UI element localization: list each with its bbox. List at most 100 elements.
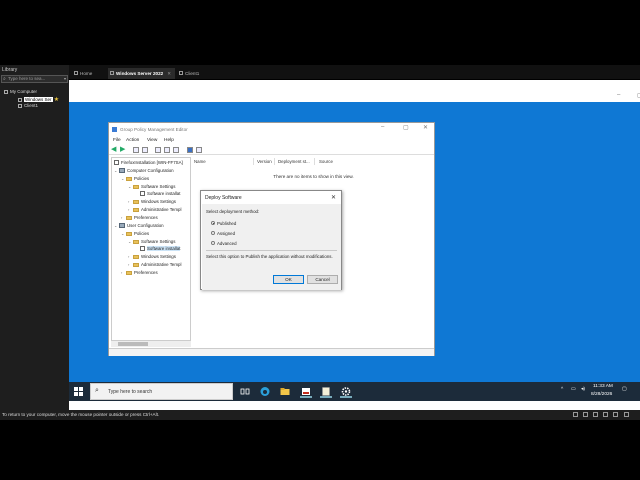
tab-home[interactable]: Home <box>72 68 105 79</box>
tree-my-computer-label: My Computer <box>10 89 38 94</box>
column-header-source[interactable]: Source <box>319 159 333 164</box>
file-explorer-icon[interactable] <box>279 385 291 398</box>
folder-icon <box>133 239 139 244</box>
export-icon[interactable] <box>173 147 179 153</box>
tree-node-gpo-root[interactable]: FirefoxInstallation [WIN-FF7SA] <box>114 160 183 166</box>
properties-icon[interactable] <box>155 147 161 153</box>
tree-node-user-preferences[interactable]: › Preferences <box>121 270 158 275</box>
radio-published-label[interactable]: Published <box>217 221 236 226</box>
option-hint-text: Select this option to Publish the applic… <box>206 254 333 259</box>
folder-icon <box>126 176 132 181</box>
menu-file[interactable]: File <box>113 138 121 143</box>
library-panel: Library ⌕ Type here to sea... ▾ My Compu… <box>0 65 69 410</box>
refresh-icon[interactable] <box>164 147 170 153</box>
tree-node-windows-settings[interactable]: › Windows Settings <box>128 199 176 204</box>
tree-node-computer-config[interactable]: ⌄ Computer Configuration <box>114 168 174 174</box>
empty-list-message: There are no items to show in this view. <box>273 174 354 179</box>
close-icon[interactable]: ✕ <box>423 124 428 131</box>
clock-time[interactable]: 11:33 AM <box>593 384 613 389</box>
folder-icon <box>133 199 139 204</box>
star-icon: ★ <box>53 97 60 103</box>
tree-node-user-config[interactable]: ⌄ User Configuration <box>114 223 164 229</box>
minimize-icon[interactable]: – <box>617 92 620 98</box>
menu-help[interactable]: Help <box>164 138 174 143</box>
tree-vm-client1[interactable]: Client1 <box>18 103 38 108</box>
column-header-name[interactable]: Name <box>194 159 206 164</box>
menu-view[interactable]: View <box>147 138 157 143</box>
display-icon[interactable] <box>624 412 629 417</box>
gpme-app-icon <box>112 127 117 132</box>
folder-icon <box>126 231 132 236</box>
windows-start-icon[interactable] <box>74 387 83 396</box>
show-tree-icon[interactable] <box>142 147 148 153</box>
column-divider[interactable] <box>314 158 315 165</box>
scrollbar-thumb[interactable] <box>118 342 148 346</box>
ok-button[interactable]: OK <box>273 275 304 284</box>
sound-icon[interactable] <box>613 412 618 417</box>
tree-my-computer[interactable]: My Computer <box>4 89 37 94</box>
server-manager-icon[interactable] <box>300 385 312 398</box>
tree-node-software-settings[interactable]: ⌄ Software Settings <box>128 184 175 189</box>
edge-browser-icon[interactable] <box>259 385 271 398</box>
tree-node-user-windows-settings[interactable]: › Windows Settings <box>128 254 176 259</box>
column-header-version[interactable]: Version <box>257 159 272 164</box>
radio-advanced-label[interactable]: Advanced <box>217 241 237 246</box>
settings-gear-icon[interactable] <box>340 385 352 398</box>
maximize-icon[interactable]: ▢ <box>403 124 409 131</box>
folder-icon <box>133 184 139 189</box>
menu-action[interactable]: Action <box>126 138 139 143</box>
radio-assigned[interactable] <box>211 231 215 235</box>
close-icon[interactable]: ✕ <box>331 194 336 201</box>
computer-icon <box>4 89 8 94</box>
tree-node-user-admin-templates[interactable]: › Administrative Templ <box>128 262 181 267</box>
hard-disk-icon[interactable] <box>573 412 578 417</box>
user-icon <box>119 223 125 229</box>
tab-client1[interactable]: Client1 <box>177 68 207 79</box>
radio-advanced[interactable] <box>211 241 215 245</box>
tree-node-preferences[interactable]: › Preferences <box>121 215 158 220</box>
gpme-titlebar: Group Policy Management Editor – ▢ ✕ <box>109 123 434 136</box>
up-folder-icon[interactable] <box>133 147 139 153</box>
gpme-taskbar-icon[interactable] <box>320 385 332 398</box>
column-divider[interactable] <box>253 158 254 165</box>
tab-windows-server-2022[interactable]: Windows Server 2022 ✕ <box>108 68 175 79</box>
cancel-button[interactable]: Cancel <box>307 275 338 284</box>
deploy-software-dialog: Deploy Software ✕ Select deployment meth… <box>200 190 342 290</box>
radio-assigned-label[interactable]: Assigned <box>217 231 235 236</box>
close-icon[interactable]: ✕ <box>167 71 171 76</box>
tree-node-user-policies[interactable]: ⌄ Policies <box>121 231 149 236</box>
tree-node-policies[interactable]: ⌄ Policies <box>121 176 149 181</box>
vm-icon <box>179 71 183 75</box>
tree-node-user-software-settings[interactable]: ⌄ Software Settings <box>128 239 175 244</box>
folder-icon <box>133 262 139 267</box>
cd-drive-icon[interactable] <box>583 412 588 417</box>
view-icon[interactable] <box>196 147 202 153</box>
notification-icon[interactable]: ▢ <box>622 387 627 392</box>
back-arrow-icon[interactable]: ◀ <box>111 145 117 153</box>
taskbar-search-box[interactable]: ⌕ Type here to search <box>90 383 233 400</box>
library-search-input[interactable]: ⌕ Type here to sea... ▾ <box>1 75 68 83</box>
chevron-up-icon[interactable]: ^ <box>561 387 563 392</box>
radio-published[interactable] <box>211 221 215 225</box>
network-icon[interactable]: ▭ <box>571 387 576 392</box>
folder-icon <box>133 254 139 259</box>
folder-icon <box>133 207 139 212</box>
tree-horizontal-scrollbar[interactable] <box>111 340 191 347</box>
tree-node-software-installation[interactable]: Software installat <box>140 191 180 197</box>
gpme-status-bar <box>109 348 434 356</box>
forward-arrow-icon[interactable]: ▶ <box>120 145 126 153</box>
column-header-deployment-state[interactable]: Deployment st... <box>278 159 310 164</box>
task-view-icon[interactable] <box>239 385 251 398</box>
tree-vm-windows-server[interactable]: Windows Ser ★ <box>18 96 59 103</box>
folder-icon <box>126 215 132 220</box>
tree-node-admin-templates[interactable]: › Administrative Templ <box>128 207 181 212</box>
tree-node-user-software-installation[interactable]: Software installat <box>140 246 181 252</box>
column-divider[interactable] <box>274 158 275 165</box>
chevron-down-icon[interactable]: ▾ <box>64 76 66 82</box>
volume-icon[interactable]: ◂) <box>581 387 585 392</box>
minimize-icon[interactable]: – <box>381 124 384 130</box>
network-adapter-icon[interactable] <box>593 412 598 417</box>
usb-icon[interactable] <box>603 412 608 417</box>
clock-date[interactable]: 8/28/2026 <box>591 392 612 397</box>
help-icon[interactable] <box>187 147 193 153</box>
